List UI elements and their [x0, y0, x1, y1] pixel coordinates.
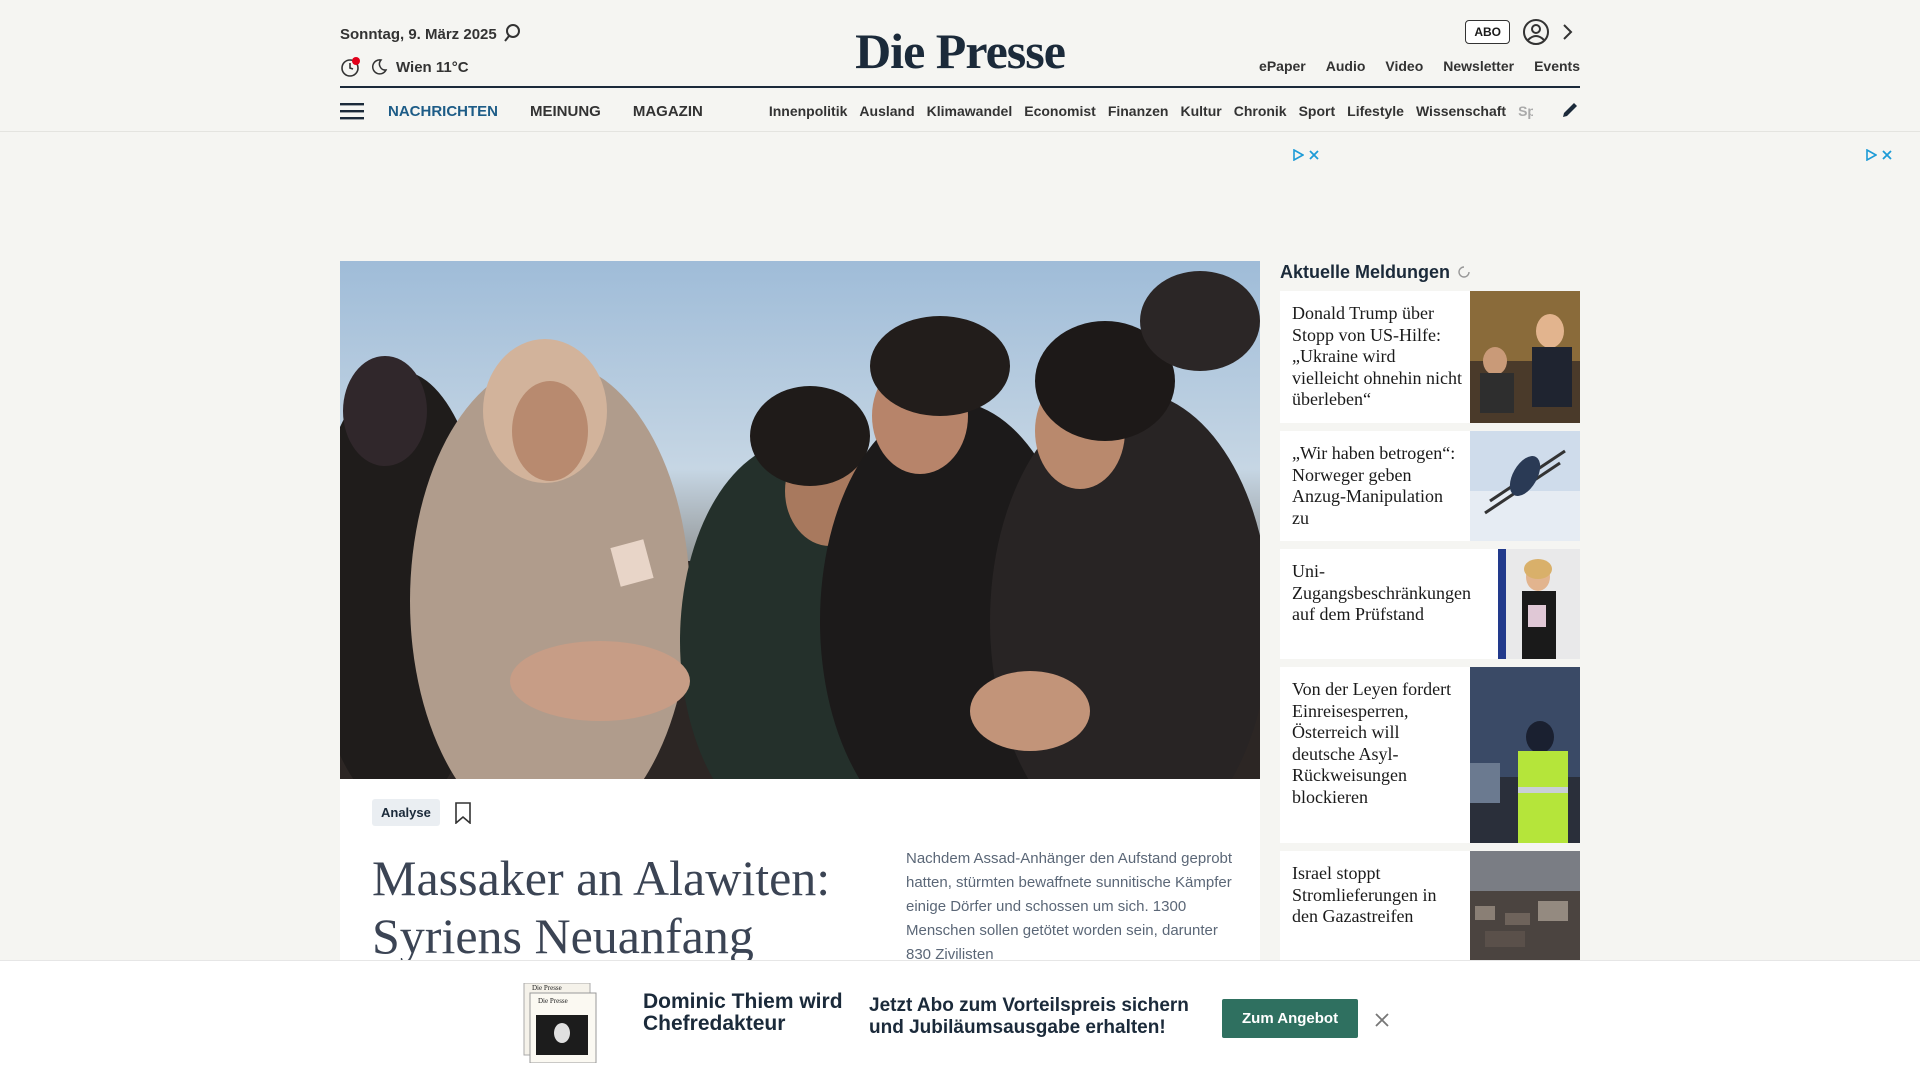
news-item[interactable]: Von der Leyen fordert Einreisesperren, Ö… — [1280, 667, 1580, 843]
header-divider — [340, 86, 1580, 88]
category-tag[interactable]: Analyse — [372, 799, 440, 826]
section-wissenschaft[interactable]: Wissenschaft — [1416, 103, 1506, 119]
news-thumbnail — [1470, 851, 1580, 961]
article-meta: Analyse — [372, 799, 472, 826]
news-item-title: „Wir haben betrogen“: Norweger geben Anz… — [1292, 443, 1456, 528]
sidebar-title-text: Aktuelle Meldungen — [1280, 261, 1451, 282]
news-item-title: Israel stoppt Stromlieferungen in den Ga… — [1292, 863, 1437, 926]
section-lifestyle[interactable]: Lifestyle — [1347, 103, 1404, 119]
section-kultur[interactable]: Kultur — [1180, 103, 1221, 119]
lead-headline[interactable]: Massaker an Alawiten: Syriens Neuanfang — [372, 849, 842, 965]
section-finanzen[interactable]: Finanzen — [1108, 103, 1169, 119]
news-item-title: Uni-Zugangsbeschränkungen auf dem Prüfst… — [1292, 561, 1471, 624]
link-epaper[interactable]: ePaper — [1259, 58, 1306, 74]
ad-choices-marker-right[interactable] — [1865, 149, 1893, 161]
section-chronik[interactable]: Chronik — [1234, 103, 1287, 119]
primary-nav: NACHRICHTEN MEINUNG MAGAZIN — [388, 103, 703, 120]
top-links: ePaper Audio Video Newsletter Events — [1259, 58, 1580, 74]
lead-teaser: Nachdem Assad-Anhänger den Aufstand gepr… — [906, 850, 1233, 963]
user-account-icon[interactable] — [1522, 18, 1550, 46]
news-item[interactable]: „Wir haben betrogen“: Norweger geben Anz… — [1280, 431, 1580, 541]
news-item[interactable]: Donald Trump über Stopp von US-Hilfe: „U… — [1280, 291, 1580, 423]
link-newsletter[interactable]: Newsletter — [1443, 58, 1514, 74]
banner-offer-text: Jetzt Abo zum Vorteilspreis sichern und … — [869, 995, 1189, 1038]
news-item[interactable]: Uni-Zugangsbeschränkungen auf dem Prüfst… — [1280, 549, 1580, 659]
sidebar-title: Aktuelle Meldungen — [1280, 261, 1580, 283]
main-navigation: NACHRICHTEN MEINUNG MAGAZIN Innenpolitik… — [340, 94, 1580, 128]
section-sport[interactable]: Sport — [1299, 103, 1336, 119]
link-audio[interactable]: Audio — [1326, 58, 1366, 74]
news-item[interactable]: Israel stoppt Stromlieferungen in den Ga… — [1280, 851, 1580, 961]
svg-text:Die Presse: Die Presse — [532, 984, 562, 992]
hero-image[interactable] — [340, 261, 1260, 781]
nav-meinung[interactable]: MEINUNG — [530, 103, 601, 120]
link-video[interactable]: Video — [1385, 58, 1423, 74]
subscription-banner: Die Presse Die Presse Dominic Thiem wird… — [0, 960, 1920, 1080]
refresh-icon — [1458, 266, 1470, 278]
news-thumbnail — [1498, 549, 1580, 659]
section-economist[interactable]: Economist — [1024, 103, 1096, 119]
banner-headline: Dominic Thiem wird Chefredakteur — [643, 990, 843, 1035]
ad-close-icon — [1309, 150, 1319, 160]
hamburger-menu-icon[interactable] — [340, 101, 364, 121]
adchoices-play-icon — [1866, 149, 1877, 161]
section-spectrum[interactable]: Spectrum — [1518, 103, 1533, 119]
abo-button[interactable]: ABO — [1465, 20, 1510, 44]
news-item-title: Donald Trump über Stopp von US-Hilfe: „U… — [1292, 303, 1462, 409]
section-klimawandel[interactable]: Klimawandel — [927, 103, 1013, 119]
latest-news-sidebar: Aktuelle Meldungen Donald Trump über Sto… — [1280, 261, 1580, 969]
hero-photo — [340, 271, 1260, 781]
newspaper-cover-image: Die Presse Die Presse — [523, 983, 597, 1063]
ad-close-icon — [1882, 150, 1892, 160]
pencil-icon[interactable] — [1560, 100, 1580, 120]
section-innenpolitik[interactable]: Innenpolitik — [769, 103, 848, 119]
offer-button[interactable]: Zum Angebot — [1222, 999, 1359, 1038]
bookmark-icon[interactable] — [454, 801, 472, 824]
section-nav: Innenpolitik Ausland Klimawandel Economi… — [769, 103, 1533, 119]
svg-text:Die Presse: Die Presse — [538, 997, 568, 1005]
nav-magazin[interactable]: MAGAZIN — [633, 103, 703, 120]
link-events[interactable]: Events — [1534, 58, 1580, 74]
news-thumbnail — [1470, 667, 1580, 843]
close-icon[interactable] — [1373, 1011, 1391, 1029]
news-thumbnail — [1470, 291, 1580, 423]
adchoices-play-icon — [1293, 149, 1304, 161]
nav-nachrichten[interactable]: NACHRICHTEN — [388, 103, 498, 120]
news-thumbnail — [1470, 431, 1580, 541]
header-inner: Sonntag, 9. März 2025 Wien 11°C Die Pres… — [340, 0, 1580, 132]
section-ausland[interactable]: Ausland — [859, 103, 914, 119]
news-item-title: Von der Leyen fordert Einreisesperren, Ö… — [1292, 679, 1452, 807]
site-header: Sonntag, 9. März 2025 Wien 11°C Die Pres… — [0, 0, 1920, 132]
chevron-right-icon[interactable] — [1560, 22, 1576, 42]
ad-choices-marker[interactable] — [1292, 149, 1320, 161]
